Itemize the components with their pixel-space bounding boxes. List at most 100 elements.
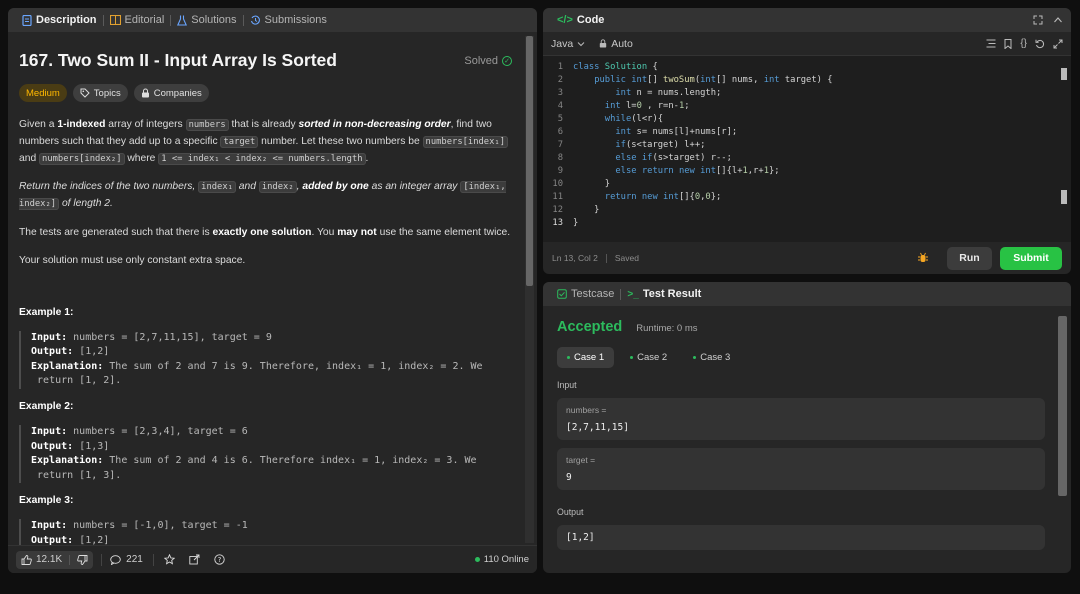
code-line: 5 while(l<r){	[557, 113, 664, 124]
case-tab-3[interactable]: Case 3	[683, 347, 740, 368]
debug-icon[interactable]	[917, 252, 929, 264]
runtime: Runtime: 0 ms	[636, 323, 698, 334]
pass-dot-icon	[693, 356, 697, 359]
tab-code[interactable]: </> Code	[551, 14, 610, 26]
example-box: Input: numbers = [2,3,4], target = 6 Out…	[19, 424, 512, 484]
flask-icon	[177, 15, 188, 26]
input-field-target: target = 9	[557, 448, 1045, 490]
output-label: Output	[557, 507, 584, 517]
tab-solutions[interactable]: Solutions	[171, 14, 242, 26]
svg-text:?: ?	[217, 556, 221, 564]
editor-scrollbar[interactable]	[1061, 60, 1067, 238]
braces-icon[interactable]: {}	[1020, 38, 1027, 49]
history-icon	[250, 15, 261, 26]
cursor-position: Ln 13, Col 2	[552, 253, 598, 263]
code-line: 10 }	[552, 178, 611, 189]
editor-toolbar: Java Auto {}	[543, 32, 1071, 56]
reset-icon[interactable]	[1035, 38, 1045, 49]
auto-mode-toggle[interactable]: Auto	[599, 38, 633, 50]
code-line: 8 else if(s>target) r--;	[557, 152, 732, 163]
document-icon	[22, 14, 32, 26]
like-button[interactable]: 12.1K	[16, 550, 94, 569]
tab-editorial[interactable]: Editorial	[104, 14, 171, 26]
code-panel: </> Code Java Auto {} 1 class Solution {…	[543, 8, 1071, 274]
code-line: 12 }	[552, 204, 600, 215]
result-scrollbar[interactable]	[1058, 310, 1067, 569]
description-panel: Description Editorial Solutions Submissi…	[8, 8, 537, 573]
code-editor[interactable]: 1 class Solution { 2 public int[] twoSum(…	[543, 56, 1071, 242]
lock-icon	[599, 39, 607, 48]
chevron-down-icon	[577, 41, 585, 47]
topics-tag[interactable]: Topics	[72, 84, 128, 102]
book-icon	[109, 15, 121, 25]
output-field: [1,2]	[557, 525, 1045, 550]
format-icon[interactable]	[986, 38, 996, 49]
lock-icon	[141, 88, 150, 98]
code-line: 1 class Solution {	[557, 61, 658, 72]
scrollbar-thumb[interactable]	[526, 36, 533, 286]
checkbox-icon	[557, 289, 567, 299]
example-box: Input: numbers = [-1,0], target = -1 Out…	[19, 519, 512, 545]
run-button[interactable]: Run	[947, 246, 992, 270]
case-tab-2[interactable]: Case 2	[620, 347, 677, 368]
language-select[interactable]: Java	[551, 38, 585, 50]
scrollbar-thumb[interactable]	[1058, 316, 1067, 496]
code-line: 13}	[552, 217, 579, 228]
thumbs-up-icon	[21, 554, 32, 565]
description-paragraph: Return the indices of the two numbers, i…	[19, 181, 506, 211]
tab-test-result[interactable]: >_ Test Result	[621, 288, 707, 300]
terminal-icon: >_	[627, 288, 639, 300]
pass-dot-icon	[567, 356, 570, 359]
companies-tag[interactable]: Companies	[133, 84, 209, 102]
code-icon: </>	[557, 14, 573, 26]
input-label: Input	[557, 380, 577, 390]
difficulty-badge: Medium	[19, 84, 67, 102]
verdict: Accepted	[557, 319, 623, 335]
case-tab-1[interactable]: Case 1	[557, 347, 615, 368]
solved-badge: Solved ✓	[464, 55, 512, 67]
code-line: 2 public int[] twoSum(int[] nums, int ta…	[557, 74, 833, 85]
help-icon[interactable]: ?	[214, 554, 225, 565]
code-line: 9 else return new int[]{l+1,r+1};	[557, 165, 780, 176]
tab-submissions[interactable]: Submissions	[244, 14, 333, 26]
save-status: Saved	[614, 253, 639, 263]
star-icon[interactable]	[163, 554, 175, 565]
maximize-icon[interactable]	[1033, 15, 1043, 25]
bookmark-icon[interactable]	[1004, 38, 1012, 49]
test-result-panel: Testcase >_ Test Result Accepted Runtime…	[543, 282, 1071, 573]
tag-icon	[80, 88, 90, 98]
description-footer: 12.1K 221 ? 110 Online	[8, 545, 537, 573]
code-line: 4 int l=0 , r=n-1;	[557, 100, 690, 111]
check-circle-icon: ✓	[502, 55, 512, 66]
problem-tags: Medium Topics Companies	[19, 84, 512, 102]
code-line: 11 return new int[]{0,0};	[552, 191, 722, 202]
tab-description[interactable]: Description	[16, 14, 103, 26]
share-icon[interactable]	[189, 554, 200, 565]
description-paragraph: Given a 1-indexed array of integers numb…	[19, 117, 512, 167]
code-tabbar: </> Code	[543, 8, 1071, 32]
description-scrollbar[interactable]	[525, 36, 534, 543]
code-line: 7 if(s<target) l++;	[557, 139, 706, 150]
pass-dot-icon	[630, 356, 634, 359]
problem-description: 167. Two Sum II - Input Array Is Sorted …	[8, 32, 523, 545]
example-2: Example 2: Input: numbers = [2,3,4], tar…	[19, 401, 512, 484]
tab-testcase[interactable]: Testcase	[551, 288, 620, 300]
thumbs-down-icon[interactable]	[77, 554, 88, 565]
chevron-up-icon[interactable]	[1053, 15, 1063, 25]
description-paragraph: Your solution must use only constant ext…	[19, 254, 246, 266]
example-3: Example 3: Input: numbers = [-1,0], targ…	[19, 495, 512, 545]
page-title: 167. Two Sum II - Input Array Is Sorted	[19, 50, 337, 70]
editor-statusbar: Ln 13, Col 2 Saved Run Submit	[543, 242, 1071, 274]
comments-button[interactable]: 221	[110, 554, 143, 565]
description-paragraph: The tests are generated such that there …	[19, 226, 511, 238]
input-field-numbers: numbers = [2,7,11,15]	[557, 398, 1045, 440]
expand-icon[interactable]	[1053, 38, 1063, 49]
code-line: 6 int s= nums[l]+nums[r];	[557, 126, 738, 137]
result-tabbar: Testcase >_ Test Result	[543, 282, 1071, 306]
code-line: 3 int n = nums.length;	[557, 87, 722, 98]
example-box: Input: numbers = [2,7,11,15], target = 9…	[19, 330, 512, 389]
online-dot-icon	[474, 557, 480, 562]
case-tabs: Case 1 Case 2 Case 3	[557, 347, 1045, 368]
submit-button[interactable]: Submit	[1000, 246, 1062, 270]
result-body: Accepted Runtime: 0 ms Case 1 Case 2 Cas…	[543, 306, 1059, 573]
